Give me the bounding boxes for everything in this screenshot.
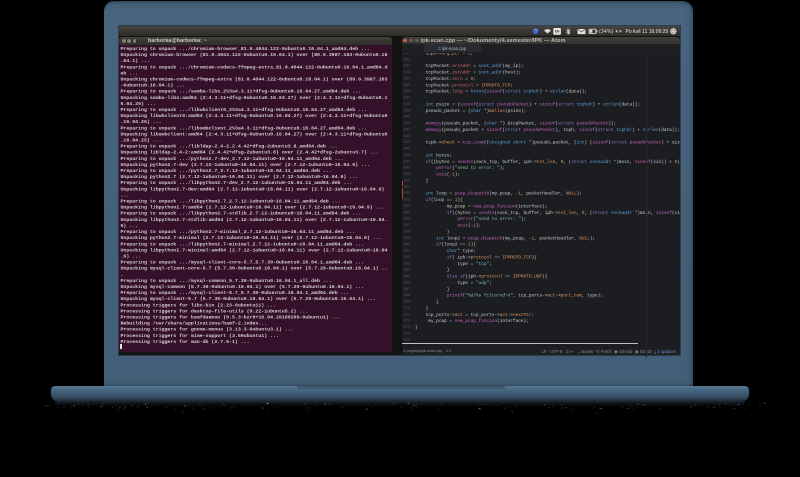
svg-text:(34%): (34%) <box>599 29 614 35</box>
svg-text:EN: EN <box>555 29 560 33</box>
svg-text:Po kvě 11 16:09:29: Po kvě 11 16:09:29 <box>626 29 669 35</box>
